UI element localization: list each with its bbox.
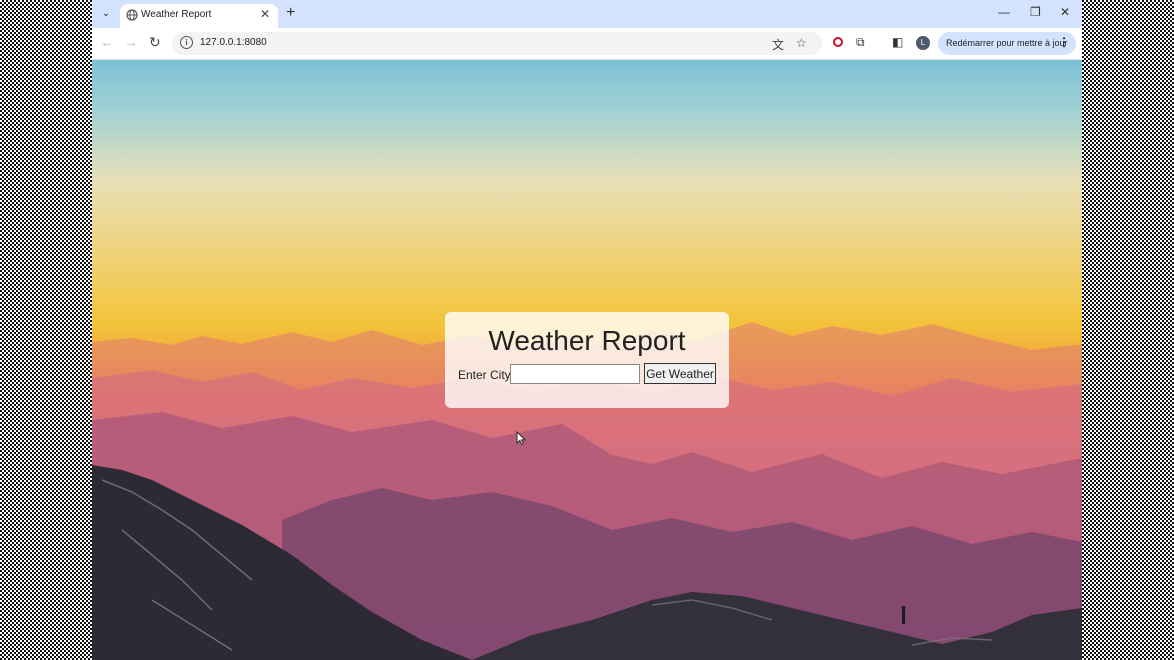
page-title: Weather Report [488,325,686,356]
browser-window: ⌄ Weather Report ✕ + — ❐ ✕ ← → ↻ i 127.0… [92,0,1082,660]
tab-weather-report[interactable]: Weather Report ✕ [120,4,278,28]
forward-icon[interactable]: → [124,34,138,50]
minimize-icon[interactable]: — [998,5,1010,19]
tab-strip: ⌄ Weather Report ✕ + — ❐ ✕ [92,0,1082,28]
restore-icon[interactable]: ❐ [1030,5,1041,19]
tab-close-icon[interactable]: ✕ [260,7,270,21]
city-label: Enter City: [458,368,515,382]
bookmark-star-icon[interactable]: ☆ [796,36,807,50]
profile-avatar[interactable]: L [916,36,930,50]
tab-search-icon[interactable]: ⌄ [96,5,116,23]
opera-extension-icon[interactable] [833,37,843,47]
weather-form-card: Weather Report Enter City: Get Weather [445,312,729,408]
restart-update-button[interactable]: Redémarrer pour mettre à jour ⋮ [938,32,1076,55]
back-icon[interactable]: ← [100,34,114,50]
translate-icon[interactable]: 文 [772,36,784,53]
tab-title: Weather Report [141,9,212,20]
address-bar[interactable]: i 127.0.0.1:8080 文 ☆ [172,32,822,55]
url-text[interactable]: 127.0.0.1:8080 [200,37,267,48]
menu-kebab-icon[interactable]: ⋮ [1058,35,1070,49]
side-panel-icon[interactable]: ◧ [892,35,903,49]
get-weather-button[interactable]: Get Weather [644,363,716,384]
globe-icon [126,9,138,21]
extensions-icon[interactable]: ⧉ [856,35,865,50]
browser-toolbar: ← → ↻ i 127.0.0.1:8080 文 ☆ ⧉ ◧ L Redémar… [92,28,1082,60]
site-info-icon[interactable]: i [180,36,193,49]
city-input[interactable] [510,364,640,384]
page-viewport: Weather Report Enter City: Get Weather [92,60,1082,660]
update-button-label: Redémarrer pour mettre à jour [946,38,1068,48]
mouse-cursor-icon [516,431,526,445]
reload-icon[interactable]: ↻ [149,34,161,51]
window-close-icon[interactable]: ✕ [1060,5,1070,19]
new-tab-button[interactable]: + [286,4,295,22]
